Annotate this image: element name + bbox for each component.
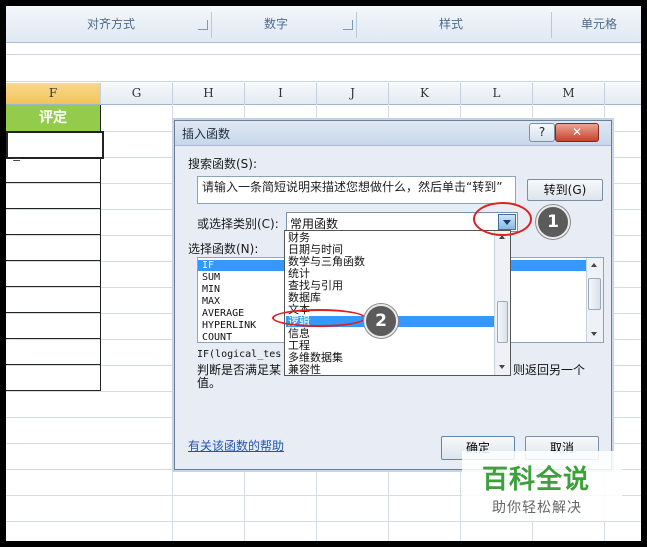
watermark-subtitle: 助你轻松解决 — [492, 500, 582, 516]
scrollbar-thumb[interactable] — [497, 301, 508, 343]
sheet-cell[interactable] — [6, 365, 101, 391]
category-option[interactable]: 日期与时间 — [288, 244, 343, 255]
sheet-cell[interactable] — [6, 287, 101, 313]
gridline — [6, 521, 641, 522]
number-launcher-icon[interactable] — [343, 20, 353, 30]
formula-bar[interactable] — [6, 54, 641, 82]
step-badge-2: 2 — [364, 304, 398, 338]
search-input[interactable]: 请输入一条简短说明来描述您想做什么，然后单击“转到” — [197, 176, 516, 204]
function-item[interactable]: HYPERLINK — [202, 320, 256, 331]
column-header-i[interactable]: I — [245, 83, 317, 105]
sheet-cell[interactable] — [6, 339, 101, 365]
sheet-cell[interactable] — [6, 183, 101, 209]
column-header-blank[interactable] — [605, 83, 641, 105]
watermark-title: 百科全说 — [482, 465, 591, 495]
help-icon[interactable]: ? — [529, 123, 555, 142]
ribbon-group-styles: 样式 — [438, 17, 463, 31]
highlight-ellipse-logic — [272, 309, 366, 327]
ribbon-group-number: 数字 — [263, 17, 288, 31]
function-item[interactable]: MIN — [202, 284, 220, 295]
cell-f-header[interactable]: 评定 — [6, 105, 101, 131]
column-header-k[interactable]: K — [389, 83, 461, 105]
ribbon-separator — [551, 12, 552, 38]
close-icon[interactable]: ✕ — [555, 123, 599, 142]
column-header-f[interactable]: F — [6, 83, 101, 105]
sheet-cell[interactable] — [6, 209, 101, 235]
column-header-l[interactable]: L — [461, 83, 533, 105]
function-item[interactable]: IF — [202, 260, 214, 271]
alignment-launcher-icon[interactable] — [198, 20, 208, 30]
category-option[interactable]: 数据库 — [288, 292, 321, 303]
ribbon-separator — [211, 12, 212, 38]
sheet-cell[interactable] — [6, 261, 101, 287]
category-option[interactable]: 工程 — [288, 340, 310, 351]
function-list-scrollbar[interactable] — [586, 258, 603, 342]
highlight-ellipse-dropdown-arrow — [473, 202, 532, 236]
excel-window: 对齐方式 数字 样式 单元格 F G H I J K L M 评定 = 插入函数… — [6, 6, 641, 541]
search-function-label: 搜索函数(S): — [188, 157, 258, 171]
step-badge-1: 1 — [536, 205, 570, 239]
function-help-link[interactable]: 有关该函数的帮助 — [188, 437, 284, 454]
scrollbar-thumb[interactable] — [588, 278, 601, 310]
scroll-up-icon[interactable] — [591, 263, 597, 267]
ribbon-group-alignment: 对齐方式 — [86, 17, 135, 31]
column-header-h[interactable]: H — [173, 83, 245, 105]
sheet-cell[interactable] — [6, 313, 101, 339]
dialog-titlebar[interactable]: 插入函数 ? ✕ — [175, 121, 611, 146]
cell-formula-text: = — [12, 153, 22, 166]
category-option[interactable]: 统计 — [288, 268, 310, 279]
category-option[interactable]: 数学与三角函数 — [288, 256, 365, 267]
sheet-cell[interactable] — [6, 235, 101, 261]
goto-button[interactable]: 转到(G) — [527, 179, 603, 201]
function-description-line2: 值。 — [197, 376, 222, 390]
column-header-m[interactable]: M — [533, 83, 605, 105]
dialog-title: 插入函数 — [182, 127, 231, 141]
ribbon-group-cells: 单元格 — [581, 17, 618, 31]
category-option[interactable]: 多维数据集 — [288, 352, 343, 363]
ribbon-separator — [356, 12, 357, 38]
category-option[interactable]: 信息 — [288, 328, 310, 339]
watermark: 百科全说 助你轻松解决 — [462, 451, 622, 521]
category-option[interactable]: 财务 — [288, 232, 310, 243]
column-header-j[interactable]: J — [317, 83, 389, 105]
category-option[interactable]: 兼容性 — [288, 364, 321, 375]
function-description-tail: 则返回另一个 — [513, 363, 586, 377]
function-item[interactable]: SUM — [202, 272, 220, 283]
ribbon-group-labels: 对齐方式 数字 样式 单元格 — [6, 6, 641, 43]
gridline — [172, 104, 173, 541]
function-item[interactable]: MAX — [202, 296, 220, 307]
function-syntax: IF(logical_tes — [197, 349, 282, 360]
dropdown-scrollbar[interactable] — [494, 231, 510, 375]
select-function-label: 选择函数(N): — [188, 242, 259, 256]
scroll-down-icon[interactable] — [499, 365, 505, 369]
function-item[interactable]: AVERAGE — [202, 308, 244, 319]
column-header-g[interactable]: G — [101, 83, 173, 105]
category-option[interactable]: 查找与引用 — [288, 280, 343, 291]
scroll-down-icon[interactable] — [591, 332, 597, 336]
category-label: 或选择类别(C): — [197, 217, 279, 231]
category-dropdown-list[interactable]: 财务 日期与时间 数学与三角函数 统计 查找与引用 数据库 文本 逻辑 信息 工… — [284, 230, 511, 376]
function-item[interactable]: COUNT — [202, 332, 232, 342]
